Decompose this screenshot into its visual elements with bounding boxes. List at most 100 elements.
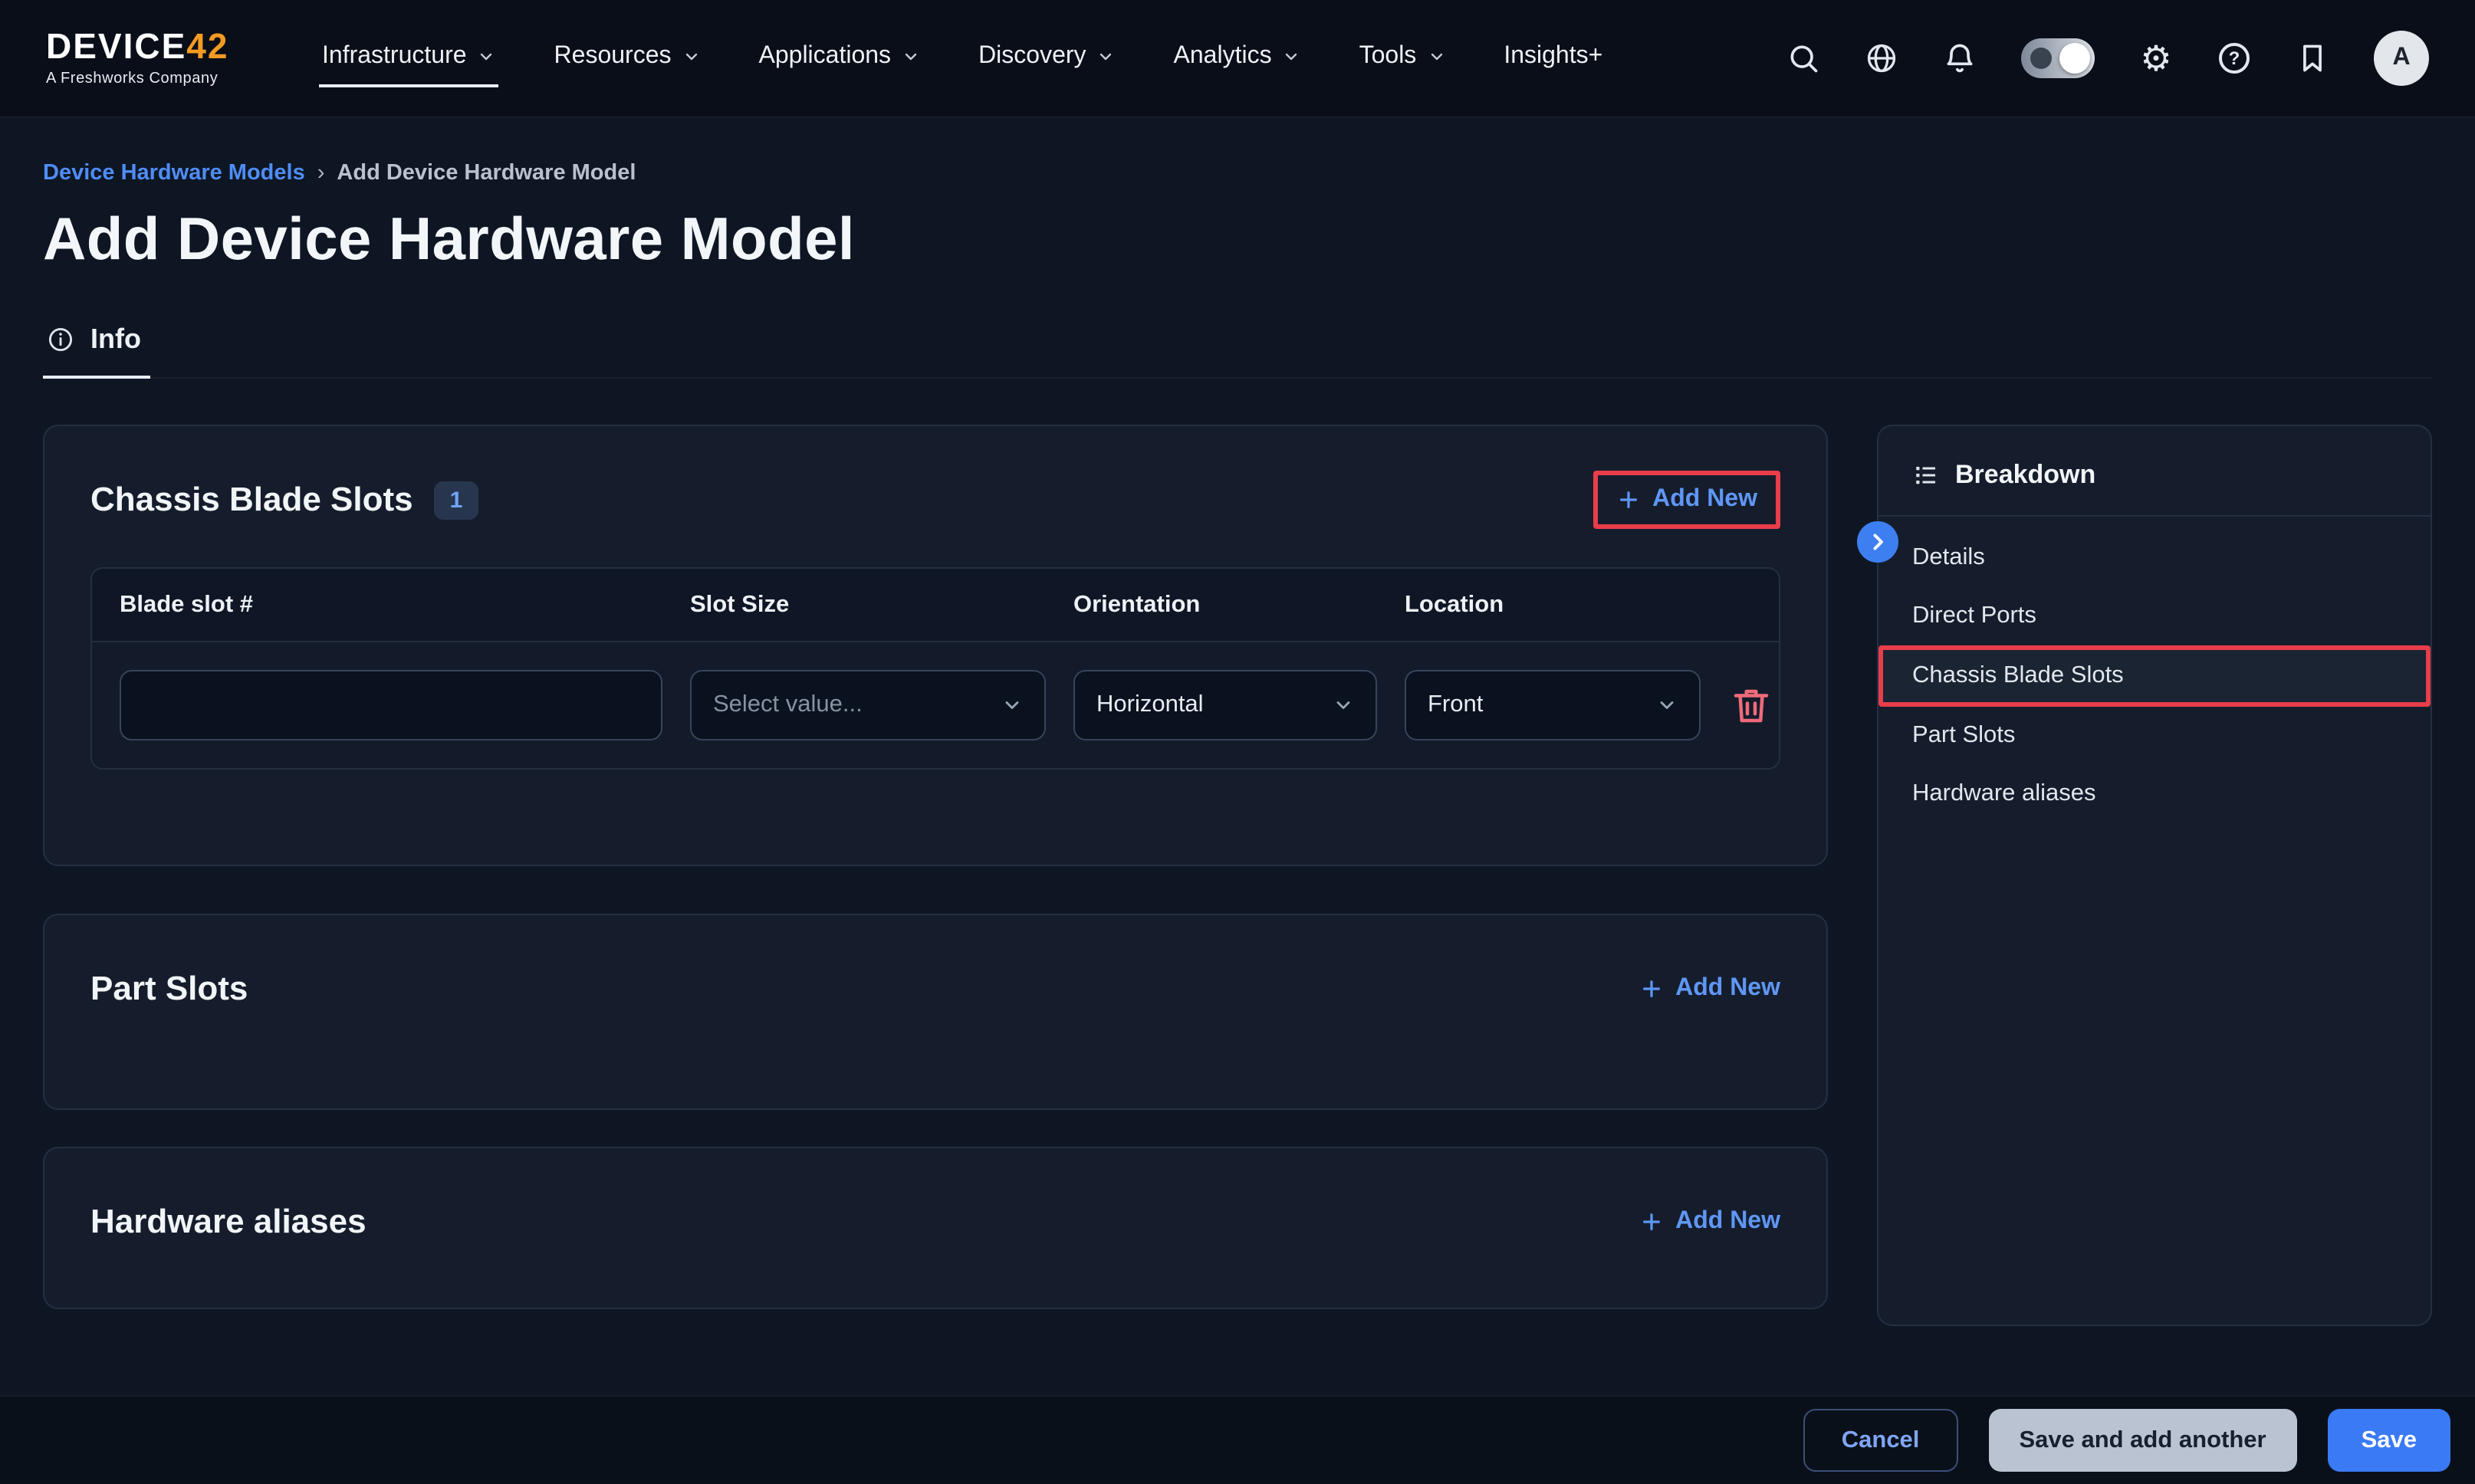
logo-tagline: A Freshworks Company [46, 71, 261, 87]
section-title-hardware-aliases: Hardware aliases [90, 1202, 366, 1242]
nav-item-label: Infrastructure [322, 43, 467, 71]
column-header-orientation: Orientation [1073, 591, 1377, 619]
nav-item-infrastructure[interactable]: Infrastructure [319, 29, 499, 87]
breakdown-panel: Breakdown Details Direct Ports Chassis B… [1877, 425, 2432, 1326]
nav-item-label: Insights+ [1504, 43, 1602, 71]
chassis-title-wrap: Chassis Blade Slots 1 [90, 480, 478, 520]
plus-icon [1638, 1210, 1663, 1234]
section-hardware-aliases: Hardware aliases Add New [43, 1147, 1828, 1309]
add-new-chassis-blade-slot-button[interactable]: Add New [1615, 486, 1757, 514]
page-body: Device Hardware Models › Add Device Hard… [0, 118, 2475, 1395]
bookmark-icon [2296, 41, 2329, 75]
column-header-location: Location [1405, 591, 1701, 619]
chevron-down-icon [1427, 48, 1445, 66]
table-row: Select value... Horizontal Front [92, 642, 1779, 768]
nav-item-label: Discovery [978, 43, 1086, 71]
language-globe-button[interactable] [1865, 41, 1898, 75]
chevron-down-icon [1283, 48, 1301, 66]
chevron-down-icon [1097, 48, 1116, 66]
list-icon [1912, 461, 1940, 489]
slot-size-select[interactable]: Select value... [690, 670, 1046, 740]
nav-item-discovery[interactable]: Discovery [975, 29, 1118, 87]
location-value: Front [1428, 691, 1483, 719]
add-new-hardware-alias-button[interactable]: Add New [1638, 1208, 1780, 1236]
logo-brand-accent: 42 [186, 26, 228, 66]
save-button[interactable]: Save [2328, 1409, 2450, 1472]
main-nav: Infrastructure Resources Applications Di… [319, 29, 1606, 87]
breakdown-title: Breakdown [1955, 460, 2095, 491]
hardware-aliases-header: Hardware aliases Add New [90, 1185, 1780, 1259]
section-title-part-slots: Part Slots [90, 969, 248, 1009]
search-button[interactable] [1786, 41, 1820, 75]
tab-info[interactable]: Info [43, 323, 150, 379]
nav-item-label: Applications [759, 43, 892, 71]
toggle-knob [2059, 43, 2090, 74]
settings-button[interactable]: ⚙ [2139, 41, 2173, 75]
bookmarks-button[interactable] [2296, 41, 2329, 75]
bell-icon [1943, 41, 1977, 75]
section-part-slots: Part Slots Add New [43, 914, 1828, 1110]
top-navbar: DEVICE42 A Freshworks Company Infrastruc… [0, 0, 2475, 118]
nav-item-insights[interactable]: Insights+ [1500, 29, 1606, 87]
plus-icon [1638, 977, 1663, 1001]
column-header-blade-slot: Blade slot # [120, 591, 662, 619]
form-sections-column: Chassis Blade Slots 1 Add New Blade [43, 425, 1828, 1309]
breadcrumb-parent-link[interactable]: Device Hardware Models [43, 161, 305, 186]
orientation-select[interactable]: Horizontal [1073, 670, 1377, 740]
trash-icon [1728, 682, 1774, 728]
nav-item-label: Tools [1359, 43, 1417, 71]
plus-icon [1615, 488, 1640, 512]
chevron-right-icon [1865, 529, 1891, 555]
add-new-label: Add New [1675, 975, 1780, 1003]
nav-item-applications[interactable]: Applications [756, 29, 924, 87]
nav-item-label: Resources [554, 43, 672, 71]
delete-row-button[interactable] [1728, 682, 1774, 728]
gear-icon: ⚙ [2140, 41, 2171, 76]
nav-item-analytics[interactable]: Analytics [1171, 29, 1304, 87]
question-mark-icon: ? [2219, 43, 2250, 74]
globe-icon [1865, 41, 1898, 75]
breakdown-item-part-slots[interactable]: Part Slots [1878, 707, 2431, 765]
save-and-add-another-button[interactable]: Save and add another [1988, 1409, 2296, 1472]
breakdown-item-hardware-aliases[interactable]: Hardware aliases [1878, 765, 2431, 823]
app-window: DEVICE42 A Freshworks Company Infrastruc… [0, 0, 2475, 1484]
help-button[interactable]: ? [2217, 41, 2251, 75]
breakdown-item-direct-ports[interactable]: Direct Ports [1878, 587, 2431, 645]
part-slots-header: Part Slots Add New [90, 952, 1780, 1026]
add-new-label: Add New [1675, 1208, 1780, 1236]
breadcrumb-current: Add Device Hardware Model [337, 161, 636, 186]
chevron-down-icon [682, 48, 701, 66]
breakdown-item-details[interactable]: Details [1878, 529, 2431, 587]
navbar-actions: ⚙ ? A [1786, 31, 2429, 86]
nav-item-resources[interactable]: Resources [551, 29, 704, 87]
breadcrumb: Device Hardware Models › Add Device Hard… [43, 161, 2432, 186]
page-title: Add Device Hardware Model [43, 207, 2432, 274]
location-select[interactable]: Front [1405, 670, 1701, 740]
device42-logo[interactable]: DEVICE42 A Freshworks Company [46, 29, 261, 87]
add-new-part-slot-button[interactable]: Add New [1638, 975, 1780, 1003]
nav-item-tools[interactable]: Tools [1356, 29, 1449, 87]
chassis-blade-slots-table: Blade slot # Slot Size Orientation Locat… [90, 567, 1780, 770]
section-title-chassis-blade-slots: Chassis Blade Slots [90, 480, 413, 520]
cancel-button[interactable]: Cancel [1803, 1409, 1958, 1472]
nav-item-label: Analytics [1174, 43, 1272, 71]
user-avatar[interactable]: A [2374, 31, 2429, 86]
chassis-section-header: Chassis Blade Slots 1 Add New [90, 463, 1780, 537]
column-header-slot-size: Slot Size [690, 591, 1046, 619]
breadcrumb-separator: › [317, 161, 325, 186]
tab-info-label: Info [90, 323, 141, 356]
breakdown-item-chassis-blade-slots[interactable]: Chassis Blade Slots [1878, 645, 2431, 707]
chassis-count-badge: 1 [435, 481, 478, 519]
content-row: Chassis Blade Slots 1 Add New Blade [43, 425, 2432, 1326]
chevron-down-icon [902, 48, 920, 66]
moon-icon [2030, 48, 2052, 69]
annotation-highlight-add-new: Add New [1592, 471, 1780, 529]
search-icon [1786, 41, 1820, 75]
collapse-panel-button[interactable] [1857, 521, 1898, 563]
chevron-down-icon [1656, 694, 1678, 716]
logo-brand-text: DEVICE [46, 26, 186, 66]
notifications-button[interactable] [1943, 41, 1977, 75]
blade-slot-number-input[interactable] [120, 670, 662, 740]
slot-size-placeholder: Select value... [713, 691, 863, 719]
theme-toggle[interactable] [2021, 38, 2095, 78]
